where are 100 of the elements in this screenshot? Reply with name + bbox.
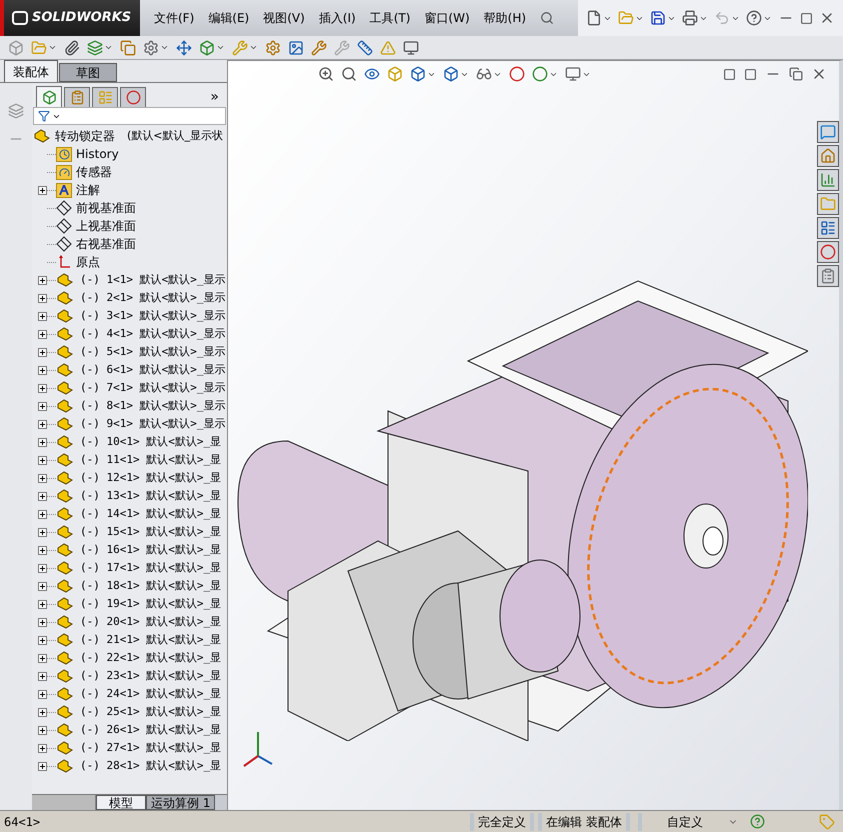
tree-item[interactable]: (-) 24<1> 默认<默认>_显 [80, 686, 222, 702]
tree-item[interactable]: (-) 21<1> 默认<默认>_显 [80, 632, 222, 648]
chat-icon[interactable] [820, 124, 836, 140]
new-file-icon[interactable] [586, 10, 602, 26]
copy-icon[interactable] [120, 40, 136, 56]
expand-box-icon[interactable] [38, 456, 47, 464]
image-icon[interactable] [288, 40, 304, 56]
cube-icon[interactable] [410, 66, 426, 82]
tree-item[interactable]: (-) 13<1> 默认<默认>_显 [80, 488, 222, 504]
gear-icon[interactable] [265, 40, 281, 56]
tree-item[interactable]: (-) 16<1> 默认<默认>_显 [80, 542, 222, 558]
wrench-icon[interactable] [311, 40, 327, 56]
expand-box-icon[interactable] [38, 600, 47, 608]
caret-icon[interactable] [216, 43, 225, 52]
expand-box-icon[interactable] [38, 672, 47, 680]
expand-box-icon[interactable] [38, 402, 47, 410]
menu-item[interactable]: 文件(F) [154, 9, 194, 27]
menu-item[interactable]: 视图(V) [263, 9, 305, 27]
tree-item[interactable]: (-) 3<1> 默认<默认>_显示 [80, 308, 226, 324]
paperclip-icon[interactable] [64, 40, 80, 56]
expand-box-icon[interactable] [38, 348, 47, 356]
expand-box-icon[interactable] [38, 708, 47, 716]
more-button[interactable]: » [206, 86, 223, 108]
tree-item[interactable]: (-) 6<1> 默认<默认>_显示 [80, 362, 226, 378]
expand-box-icon[interactable] [38, 762, 47, 770]
expand-box-icon[interactable] [38, 330, 47, 338]
expand-box-icon[interactable] [38, 726, 47, 734]
tree-item[interactable]: 前视基准面 [76, 199, 136, 217]
model-tab[interactable]: 运动算例 1 [146, 795, 216, 810]
tree-item[interactable]: (-) 28<1> 默认<默认>_显 [80, 758, 222, 774]
command-tab[interactable]: 草图 [59, 63, 117, 82]
monitor-icon[interactable] [565, 66, 581, 82]
tree-item[interactable]: (-) 25<1> 默认<默认>_显 [80, 704, 222, 720]
tree-item[interactable]: (-) 19<1> 默认<默认>_显 [80, 596, 222, 612]
clipboard-icon[interactable] [820, 268, 836, 284]
search-icon[interactable] [540, 11, 554, 25]
printer-icon[interactable] [682, 10, 698, 26]
units-status[interactable]: 自定义 [638, 812, 728, 830]
expand-box-icon[interactable] [38, 510, 47, 518]
panel-tab[interactable] [36, 86, 62, 108]
expand-box-icon[interactable] [38, 618, 47, 626]
expand-box-icon[interactable] [38, 654, 47, 662]
tree-item[interactable]: (-) 14<1> 默认<默认>_显 [80, 506, 222, 522]
expand-box-icon[interactable] [38, 636, 47, 644]
expand-box-icon[interactable] [38, 384, 47, 392]
tree-item[interactable]: (-) 23<1> 默认<默认>_显 [80, 668, 222, 684]
filter-field[interactable] [33, 107, 226, 125]
expand-box-icon[interactable] [38, 744, 47, 752]
caret-icon[interactable] [249, 43, 258, 52]
expand-box-icon[interactable] [38, 294, 47, 302]
layers-icon[interactable] [87, 40, 103, 56]
help-icon[interactable] [746, 10, 762, 26]
panel-tab[interactable] [92, 86, 118, 108]
assembly-name[interactable]: 转动锁定器 [55, 127, 115, 145]
tree-item[interactable]: (-) 15<1> 默认<默认>_显 [80, 524, 222, 540]
help-icon[interactable] [750, 814, 765, 829]
zoom-icon[interactable] [318, 66, 334, 82]
expand-box-icon[interactable] [38, 366, 47, 374]
save-icon[interactable] [650, 10, 666, 26]
gear-icon[interactable] [143, 40, 159, 56]
tree-item[interactable]: (-) 12<1> 默认<默认>_显 [80, 470, 222, 486]
menu-item[interactable]: 帮助(H) [484, 9, 526, 27]
expand-box-icon[interactable] [38, 186, 47, 194]
caret-icon[interactable] [104, 43, 113, 52]
view-icon[interactable] [364, 66, 380, 82]
move-icon[interactable] [176, 40, 192, 56]
expand-box-icon[interactable] [38, 546, 47, 554]
tree-item[interactable]: 注解 [76, 181, 100, 199]
tree-item[interactable]: (-) 10<1> 默认<默认>_显 [80, 434, 222, 450]
expand-box-icon[interactable] [38, 528, 47, 536]
tree-item[interactable]: (-) 26<1> 默认<默认>_显 [80, 722, 222, 738]
restore-icon[interactable] [789, 67, 803, 81]
caret-icon[interactable] [160, 43, 169, 52]
bar-chart-icon[interactable] [820, 172, 836, 188]
box-icon[interactable] [199, 40, 215, 56]
expand-box-icon[interactable] [38, 312, 47, 320]
menu-item[interactable]: 窗口(W) [424, 9, 470, 27]
expand-box-icon[interactable] [38, 474, 47, 482]
tree-item[interactable]: (-) 18<1> 默认<默认>_显 [80, 578, 222, 594]
expand-box-icon[interactable] [38, 420, 47, 428]
tree-item[interactable]: History [76, 145, 119, 163]
menu-item[interactable]: 编辑(E) [208, 9, 250, 27]
model-tab[interactable]: 模型 [96, 795, 146, 810]
glasses-icon[interactable] [476, 66, 492, 82]
tree-item[interactable]: (-) 20<1> 默认<默认>_显 [80, 614, 222, 630]
home-icon[interactable] [820, 148, 836, 164]
command-tab[interactable]: 装配体 [4, 60, 58, 82]
menu-item[interactable]: 插入(I) [318, 9, 356, 27]
expand-box-icon[interactable] [38, 492, 47, 500]
menu-item[interactable]: 工具(T) [370, 9, 410, 27]
monitor-icon[interactable] [403, 40, 419, 56]
tree-item[interactable]: 传感器 [76, 163, 112, 181]
tree-item[interactable]: (-) 17<1> 默认<默认>_显 [80, 560, 222, 576]
tree-item[interactable]: (-) 9<1> 默认<默认>_显示 [80, 416, 226, 432]
expand-box-icon[interactable] [38, 582, 47, 590]
tree-item[interactable]: (-) 7<1> 默认<默认>_显示 [80, 380, 226, 396]
cube-icon[interactable] [443, 66, 459, 82]
tree-item[interactable]: 右视基准面 [76, 235, 136, 253]
tree-item[interactable]: (-) 5<1> 默认<默认>_显示 [80, 344, 226, 360]
tree-item[interactable]: 原点 [76, 253, 100, 271]
